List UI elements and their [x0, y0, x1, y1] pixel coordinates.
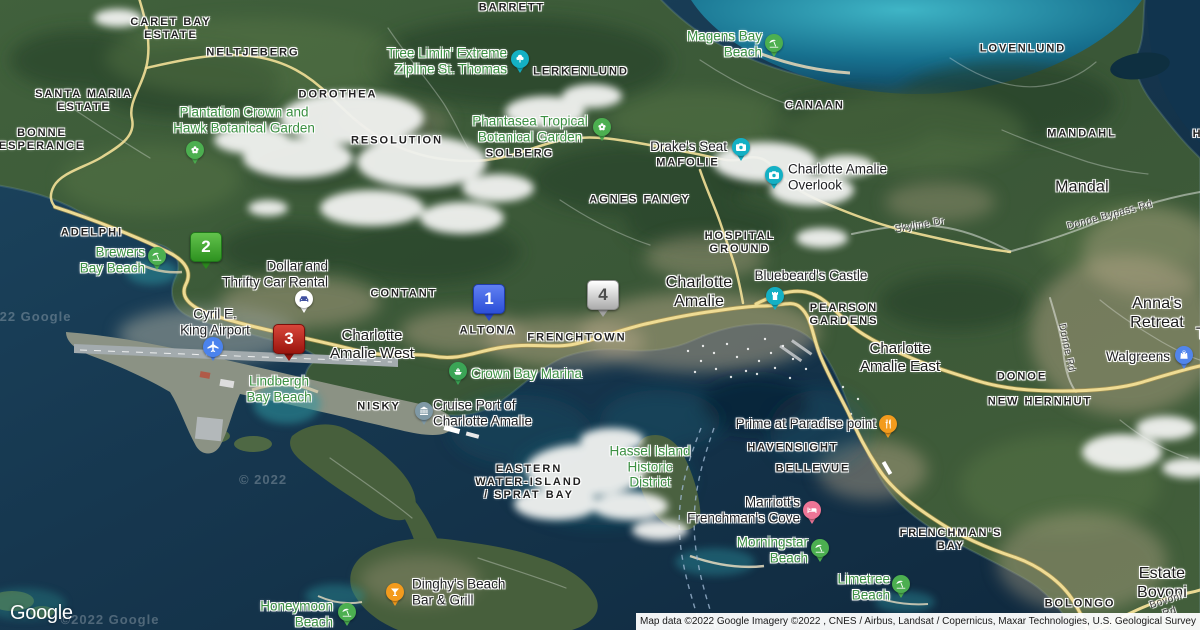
- car-icon: [295, 290, 313, 308]
- marker-number: 4: [587, 280, 619, 310]
- flower-icon: [593, 118, 611, 136]
- cocktail-icon: [386, 583, 404, 601]
- marker-number: 1: [473, 284, 505, 314]
- google-logo[interactable]: Google: [10, 602, 73, 625]
- restaurant-icon: [879, 415, 897, 433]
- marker-number: 3: [273, 324, 305, 354]
- camera-icon: [732, 138, 750, 156]
- beach-icon: [765, 34, 783, 52]
- bed-icon: [803, 501, 821, 519]
- beach-icon: [892, 575, 910, 593]
- museum-icon: [415, 402, 433, 420]
- camera-icon: [765, 166, 783, 184]
- marker-number: 2: [190, 232, 222, 262]
- map-attribution: Map data ©2022 Google Imagery ©2022 , CN…: [636, 613, 1200, 630]
- bag-icon: [1175, 346, 1193, 364]
- beach-icon: [811, 539, 829, 557]
- flower-icon: [186, 141, 204, 159]
- map-canvas[interactable]: CARET BAY ESTATENELTJEBERGBARRETTLERKENL…: [0, 0, 1200, 630]
- beach-icon: [148, 247, 166, 265]
- beach-icon: [338, 603, 356, 621]
- ship-icon: [449, 362, 467, 380]
- markers-layer: 1 2 3 4: [0, 0, 1200, 630]
- tree-icon: [511, 50, 529, 68]
- castle-icon: [766, 287, 784, 305]
- plane-icon: [203, 337, 223, 357]
